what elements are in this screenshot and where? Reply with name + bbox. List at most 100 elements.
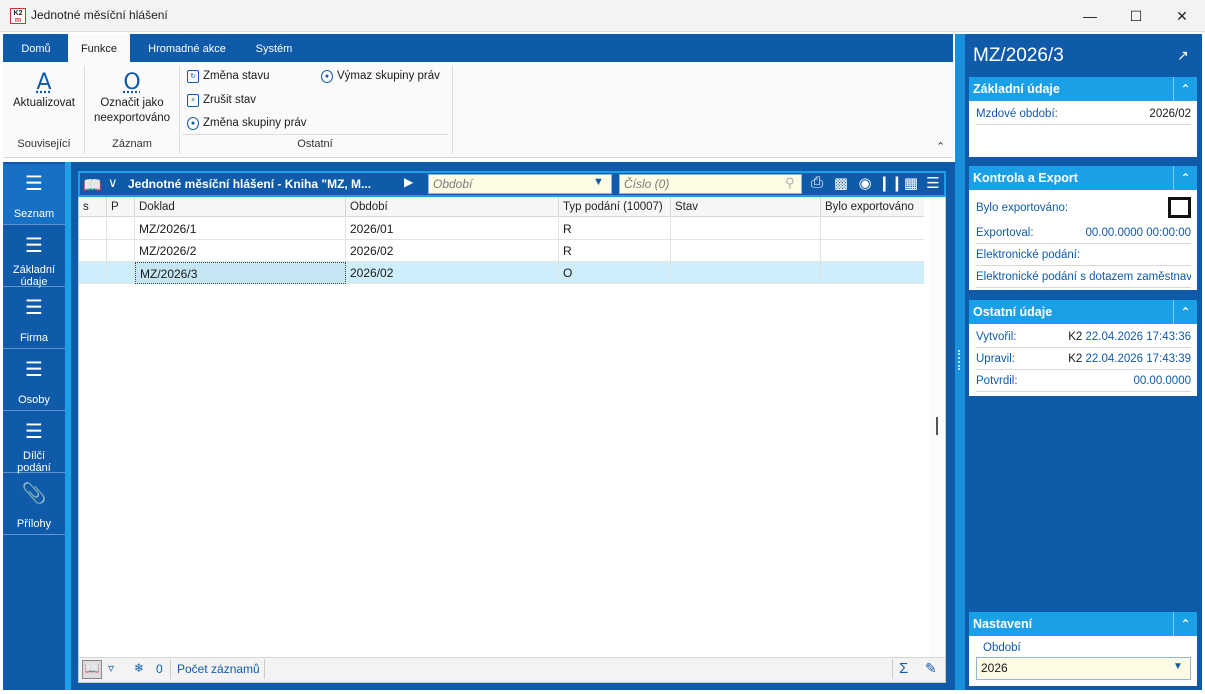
excel-export-icon[interactable]: ▦ (900, 174, 922, 192)
chevron-up-icon[interactable]: ⌃ (1173, 166, 1197, 190)
columns-icon[interactable]: ❙❙ (878, 174, 903, 192)
cell-s (79, 262, 107, 284)
field-exportoval: Exportoval: 00.00.0000 00:00:00 (976, 223, 1191, 244)
cell-obdobi: 2026/02 (346, 262, 559, 284)
column-header-s[interactable]: s (79, 197, 107, 217)
tab-funkce[interactable]: Funkce (68, 34, 130, 62)
menu-icon[interactable]: ☰ (922, 174, 944, 192)
sum-icon[interactable]: Σ (899, 660, 908, 677)
group-separator (84, 66, 85, 154)
change-state-icon: ↻ (187, 69, 199, 83)
search-icon[interactable]: ⚲ (785, 175, 795, 191)
cell-s (79, 240, 107, 262)
cell-p (107, 218, 135, 240)
snowflake-icon[interactable]: ❄ (134, 661, 144, 675)
list-icon: ☰ (25, 421, 43, 443)
column-header-doklad[interactable]: Doklad (135, 197, 346, 217)
cell-doklad: MZ/2026/1 (135, 218, 346, 240)
column-header-p[interactable]: P (107, 197, 135, 217)
column-header-typ-podani[interactable]: Typ podání (10007) (559, 197, 671, 217)
refresh-icon: A (36, 70, 52, 95)
close-button[interactable]: ✕ (1159, 0, 1205, 32)
splitter-grip[interactable] (958, 350, 961, 370)
field-bylo-exportovano-label: Bylo exportováno: (976, 202, 1069, 214)
book-icon[interactable]: 📖 (83, 176, 102, 194)
table-row[interactable]: MZ/2026/1 2026/01 R (79, 218, 924, 240)
mark-unexported-button[interactable]: O Označit jako neexportováno (88, 70, 176, 126)
footer-divider (170, 659, 171, 679)
number-search-input[interactable]: Číslo (0) (619, 174, 802, 194)
scrollbar-thumb[interactable] (936, 417, 938, 435)
field-vytvoril: Vytvořil: K2 22.04.2026 17:43:36 (976, 327, 1191, 348)
nav-item-dilci-podani[interactable]: ☰ Dílčí podání (3, 412, 65, 474)
list-icon: ☰ (25, 297, 43, 319)
cell-exportovano (821, 240, 924, 262)
cell-doklad: MZ/2026/3 (135, 262, 346, 284)
section-header-nastaveni[interactable]: Nastavení ⌃ (969, 612, 1197, 636)
book-view-icon[interactable]: 📖 (82, 660, 102, 679)
cell-doklad: MZ/2026/2 (135, 240, 346, 262)
records-label[interactable]: Počet záznamů (177, 662, 260, 676)
nav-item-firma[interactable]: ☰ Firma (3, 288, 65, 349)
period-filter-input[interactable]: Období (428, 174, 612, 194)
collapse-ribbon-icon[interactable]: ⌃ (936, 140, 945, 153)
rights-group-icon: ● (187, 116, 199, 130)
column-header-stav[interactable]: Stav (671, 197, 821, 217)
maximize-button[interactable]: ☐ (1113, 0, 1159, 32)
tab-hromadne-akce[interactable]: Hromadné akce (136, 34, 238, 62)
column-header-obdobi[interactable]: Období (346, 197, 559, 217)
field-elektronicke-podani: Elektronické podání: (976, 245, 1191, 266)
table-header: s P Doklad Období Typ podání (10007) Sta… (79, 197, 924, 217)
tab-domu[interactable]: Domů (8, 34, 64, 62)
group-separator (452, 66, 453, 154)
mark-unexported-icon: O (123, 70, 141, 95)
cell-typ: R (559, 240, 671, 262)
field-elektronicke-podani-dotaz: Elektronické podání s dotazem zaměstnav (976, 267, 1191, 288)
section-header-kontrola[interactable]: Kontrola a Export ⌃ (969, 166, 1197, 190)
cell-typ: R (559, 218, 671, 240)
nav-item-seznam[interactable]: ☰ Seznam (3, 164, 65, 225)
bar-chart-icon[interactable]: ▩ (830, 174, 852, 192)
field-potvrdil: Potvrdil: 00.00.0000 (976, 371, 1191, 392)
nav-item-zakladni-udaje[interactable]: ☰ Základní údaje (3, 226, 65, 288)
refresh-button[interactable]: A Aktualizovat (8, 70, 80, 111)
app-logo-icon: K2 m (10, 8, 26, 24)
group-label-souvisejici: Související (17, 138, 71, 150)
chevron-up-icon[interactable]: ⌃ (1173, 77, 1197, 101)
chevron-up-icon[interactable]: ⌃ (1173, 300, 1197, 324)
cancel-state-button[interactable]: × Zrušit stav (187, 91, 256, 109)
delete-rights-group-button[interactable]: ● Výmaz skupiny práv (321, 67, 440, 85)
field-upravil: Upravil: K2 22.04.2026 17:43:39 (976, 349, 1191, 370)
group-separator (179, 66, 180, 154)
section-header-ostatni[interactable]: Ostatní údaje ⌃ (969, 300, 1197, 324)
edit-pencil-icon[interactable]: ✎ (925, 660, 937, 677)
nav-item-osoby[interactable]: ☰ Osoby (3, 350, 65, 411)
dropdown-icon[interactable]: ▼ (593, 176, 604, 188)
chevron-up-icon[interactable]: ⌃ (1173, 612, 1197, 636)
change-rights-group-button[interactable]: ● Změna skupiny práv (187, 114, 307, 132)
tab-system[interactable]: Systém (244, 34, 304, 62)
play-icon[interactable]: ▶ (404, 175, 413, 189)
cancel-state-icon: × (187, 93, 199, 107)
chevron-down-icon[interactable]: ∨ (108, 175, 118, 191)
field-mzdove-obdobi: Mzdové období: 2026/02 (976, 104, 1191, 125)
print-icon[interactable]: ⎙ (806, 174, 828, 191)
group-label-zaznam: Záznam (112, 138, 152, 150)
title-bar (0, 0, 1205, 32)
nav-item-prilohy[interactable]: 📎 Přílohy (3, 474, 65, 535)
exported-checkbox[interactable] (1168, 197, 1191, 218)
cell-obdobi: 2026/01 (346, 218, 559, 240)
network-icon[interactable]: ◉ (854, 174, 876, 192)
popout-icon[interactable]: ↗ (1177, 47, 1189, 64)
obdobi-select[interactable]: 2026 (976, 657, 1191, 680)
table-row-selected[interactable]: MZ/2026/3 2026/02 O (79, 262, 924, 284)
group-label-ostatni: Ostatní (297, 138, 333, 150)
section-header-zakladni[interactable]: Základní údaje ⌃ (969, 77, 1197, 101)
change-state-button[interactable]: ↻ Změna stavu (187, 67, 269, 85)
dropdown-icon[interactable]: ▼ (1173, 661, 1183, 672)
table-row[interactable]: MZ/2026/2 2026/02 R (79, 240, 924, 262)
minimize-button[interactable]: — (1067, 0, 1113, 32)
filter-icon[interactable]: ▿ (108, 661, 114, 675)
column-header-bylo-exportovano[interactable]: Bylo exportováno (821, 197, 924, 217)
cell-stav (671, 262, 821, 284)
